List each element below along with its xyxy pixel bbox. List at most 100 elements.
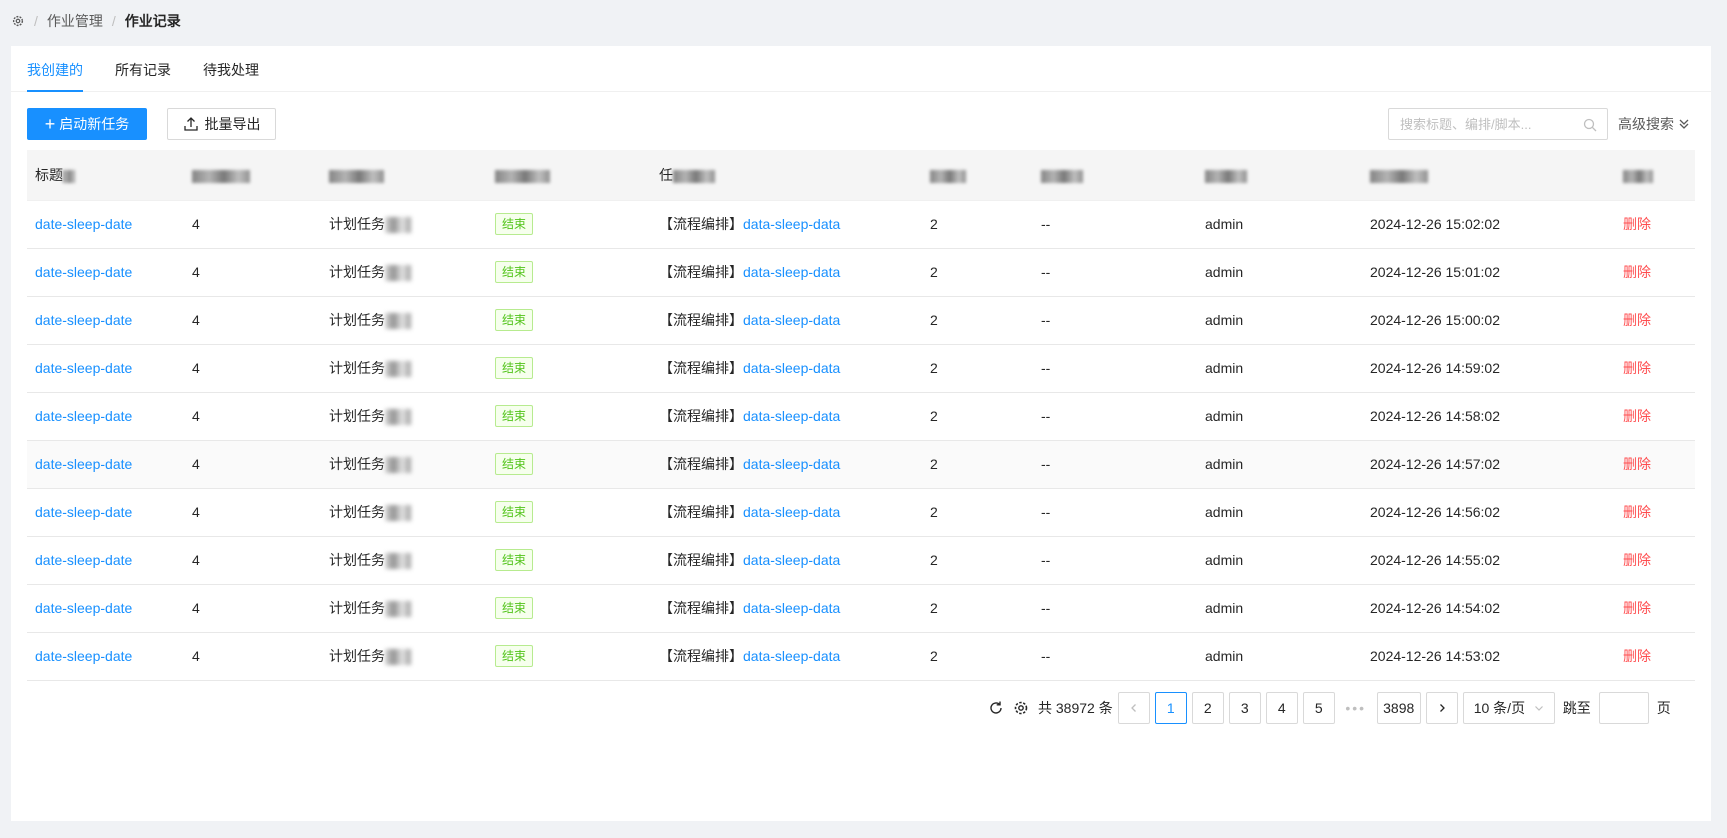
table-row: date-sleep-date 4 计划任务 结束 【流程编排】data-sleep-d…	[27, 536, 1695, 585]
delete-button[interactable]: 删除	[1623, 312, 1651, 328]
main-card: 我创建的 所有记录 待我处理 + 启动新任务 批量导出 高级搜索	[11, 46, 1711, 821]
job-title-link[interactable]: date-sleep-date	[35, 600, 132, 616]
refresh-icon[interactable]	[987, 699, 1005, 717]
flow-link[interactable]: data-sleep-data	[743, 408, 840, 424]
job-title-link[interactable]: date-sleep-date	[35, 552, 132, 568]
page-button[interactable]: 1	[1154, 692, 1187, 724]
delete-button[interactable]: 删除	[1623, 552, 1651, 568]
creator: admin	[1205, 648, 1244, 664]
batch-export-button[interactable]: 批量导出	[167, 108, 276, 140]
empty-value: --	[1041, 552, 1051, 568]
tab-pending[interactable]: 待我处理	[203, 60, 259, 92]
start-time: 2024-12-26 14:57:02	[1370, 456, 1500, 472]
job-title-link[interactable]: date-sleep-date	[35, 408, 132, 424]
start-time: 2024-12-26 14:55:02	[1370, 552, 1500, 568]
creator: admin	[1205, 360, 1244, 376]
page-ellipsis[interactable]: •••	[1340, 700, 1372, 716]
delete-button[interactable]: 删除	[1623, 504, 1651, 520]
delete-button[interactable]: 删除	[1623, 600, 1651, 616]
redacted-text	[385, 649, 411, 666]
table-row: date-sleep-date 4 计划任务 结束 【流程编排】data-sleep-d…	[27, 632, 1695, 681]
flow-prefix: 【流程编排】	[659, 648, 743, 664]
column-header	[1615, 150, 1695, 201]
gear-icon[interactable]	[1012, 699, 1030, 717]
job-number: 4	[192, 360, 200, 376]
table-row: date-sleep-date 4 计划任务 结束 【流程编排】data-sleep-d…	[27, 200, 1695, 249]
flow-link[interactable]: data-sleep-data	[743, 216, 840, 232]
delete-button[interactable]: 删除	[1623, 408, 1651, 424]
start-new-task-button[interactable]: + 启动新任务	[27, 108, 147, 140]
job-title-link[interactable]: date-sleep-date	[35, 456, 132, 472]
flow-link[interactable]: data-sleep-data	[743, 552, 840, 568]
job-title-link[interactable]: date-sleep-date	[35, 264, 132, 280]
column-header	[487, 150, 651, 201]
delete-button[interactable]: 删除	[1623, 648, 1651, 664]
prev-page-button[interactable]	[1117, 692, 1150, 724]
job-number: 4	[192, 504, 200, 520]
job-title-link[interactable]: date-sleep-date	[35, 504, 132, 520]
page-button[interactable]: 5	[1302, 692, 1335, 724]
tab-all-records[interactable]: 所有记录	[115, 60, 171, 92]
redacted-text	[385, 265, 411, 282]
status-badge: 结束	[495, 501, 534, 523]
page-size-select[interactable]: 10 条/页	[1462, 692, 1555, 724]
status-badge: 结束	[495, 645, 534, 667]
search-input[interactable]	[1389, 109, 1569, 139]
flow-link[interactable]: data-sleep-data	[743, 456, 840, 472]
flow-prefix: 【流程编排】	[659, 504, 743, 520]
next-page-button[interactable]	[1425, 692, 1458, 724]
job-title-link[interactable]: date-sleep-date	[35, 312, 132, 328]
job-number: 4	[192, 408, 200, 424]
column-header	[321, 150, 487, 201]
breadcrumb: / 作业管理 / 作业记录	[11, 11, 181, 31]
step-count: 2	[930, 408, 938, 424]
job-title-link[interactable]: date-sleep-date	[35, 216, 132, 232]
job-number: 4	[192, 264, 200, 280]
flow-link[interactable]: data-sleep-data	[743, 360, 840, 376]
job-title-link[interactable]: date-sleep-date	[35, 360, 132, 376]
status-badge: 结束	[495, 549, 534, 571]
trigger-type: 计划任务	[329, 360, 385, 376]
job-title-link[interactable]: date-sleep-date	[35, 648, 132, 664]
start-time: 2024-12-26 15:02:02	[1370, 216, 1500, 232]
delete-button[interactable]: 删除	[1623, 456, 1651, 472]
breadcrumb-item-job-management[interactable]: 作业管理	[47, 11, 103, 31]
flow-link[interactable]: data-sleep-data	[743, 312, 840, 328]
flow-link[interactable]: data-sleep-data	[743, 600, 840, 616]
table-row: date-sleep-date 4 计划任务 结束 【流程编排】data-sleep-d…	[27, 440, 1695, 489]
column-header	[184, 150, 321, 201]
jump-page-input[interactable]	[1598, 692, 1649, 724]
creator: admin	[1205, 504, 1244, 520]
tab-created-by-me[interactable]: 我创建的	[27, 60, 83, 92]
empty-value: --	[1041, 456, 1051, 472]
column-header	[1362, 150, 1615, 201]
empty-value: --	[1041, 600, 1051, 616]
flow-prefix: 【流程编排】	[659, 264, 743, 280]
last-page-button[interactable]: 3898	[1376, 692, 1421, 724]
delete-button[interactable]: 删除	[1623, 216, 1651, 232]
page-button[interactable]: 2	[1191, 692, 1224, 724]
flow-prefix: 【流程编排】	[659, 216, 743, 232]
search-icon[interactable]	[1583, 118, 1597, 132]
chevron-down-icon	[1534, 706, 1543, 711]
chevron-left-icon	[1130, 704, 1136, 712]
delete-button[interactable]: 删除	[1623, 360, 1651, 376]
settings-icon[interactable]	[11, 14, 25, 28]
breadcrumb-item-job-records: 作业记录	[124, 13, 181, 29]
flow-link[interactable]: data-sleep-data	[743, 504, 840, 520]
job-records-table: 标题 任 date-sleep-date 4 计划任务 结束 【流程编排】data-sl…	[27, 150, 1695, 681]
step-count: 2	[930, 312, 938, 328]
creator: admin	[1205, 216, 1244, 232]
table-row: date-sleep-date 4 计划任务 结束 【流程编排】data-sleep-d…	[27, 488, 1695, 537]
redacted-text	[385, 217, 411, 234]
flow-prefix: 【流程编排】	[659, 552, 743, 568]
advanced-search-toggle[interactable]: 高级搜索	[1618, 108, 1690, 140]
flow-link[interactable]: data-sleep-data	[743, 264, 840, 280]
redacted-text	[385, 553, 411, 570]
redacted-text	[385, 505, 411, 522]
page-button[interactable]: 3	[1228, 692, 1261, 724]
redacted-text	[385, 361, 411, 378]
page-button[interactable]: 4	[1265, 692, 1298, 724]
flow-link[interactable]: data-sleep-data	[743, 648, 840, 664]
delete-button[interactable]: 删除	[1623, 264, 1651, 280]
